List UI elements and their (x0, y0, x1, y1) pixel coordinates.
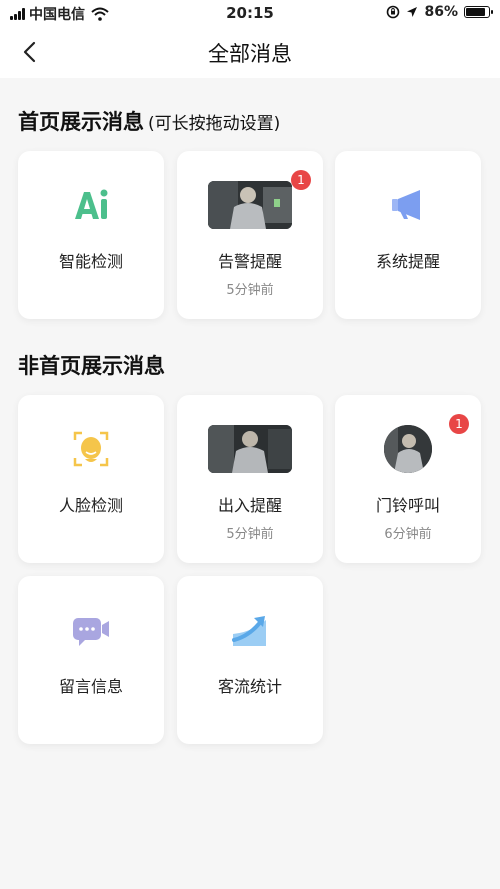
alarm-thumbnail (208, 181, 292, 229)
card-timestamp: 5分钟前 (226, 527, 274, 542)
card-face-detection[interactable]: 人脸检测 (18, 395, 164, 563)
battery-percent: 86% (424, 4, 458, 20)
face-detection-icon (73, 431, 109, 467)
card-label: 出入提醒 (217, 496, 282, 515)
page-title: 全部消息 (208, 42, 292, 66)
card-system-reminder[interactable]: 系统提醒 (335, 151, 481, 319)
doorbell-avatar (384, 425, 432, 473)
other-section-title: 非首页展示消息 (18, 354, 165, 378)
card-label: 留言信息 (58, 677, 123, 696)
status-bar-right: 86% (386, 4, 493, 20)
traffic-stats-icon (232, 616, 266, 646)
home-section-title-text: 首页展示消息 (18, 110, 144, 134)
battery-icon (464, 6, 493, 18)
video-message-icon (73, 618, 109, 646)
card-traffic-stats[interactable]: 客流统计 (177, 576, 323, 744)
status-bar: 中国电信 20:15 86% (0, 0, 500, 26)
home-section-hint: (可长按拖动设置) (148, 114, 281, 134)
card-entry-reminder[interactable]: 出入提醒 5分钟前 (177, 395, 323, 563)
nav-bar: 全部消息 (0, 26, 500, 78)
card-label: 客流统计 (217, 677, 282, 696)
card-label: 告警提醒 (217, 252, 282, 271)
card-timestamp: 6分钟前 (384, 527, 432, 542)
unread-badge: 1 (449, 414, 469, 434)
card-label: 门铃呼叫 (375, 496, 440, 515)
card-doorbell-call[interactable]: 1 门铃呼叫 6分钟前 (335, 395, 481, 563)
card-label: 智能检测 (58, 252, 123, 271)
rotation-lock-icon (387, 5, 400, 19)
megaphone-icon (392, 190, 420, 220)
card-video-message[interactable]: 留言信息 (18, 576, 164, 744)
card-label: 人脸检测 (58, 496, 123, 515)
card-label: 系统提醒 (375, 252, 440, 271)
home-section-title: 首页展示消息 (可长按拖动设置) (18, 106, 280, 136)
location-arrow-icon (407, 7, 418, 17)
ai-detection-icon (75, 189, 108, 219)
entry-thumbnail (208, 425, 292, 473)
card-alarm-reminder[interactable]: 1 告警提醒 5分钟前 (177, 151, 323, 319)
card-timestamp: 5分钟前 (226, 283, 274, 298)
card-smart-detection[interactable]: 智能检测 (18, 151, 164, 319)
unread-badge: 1 (291, 170, 311, 190)
